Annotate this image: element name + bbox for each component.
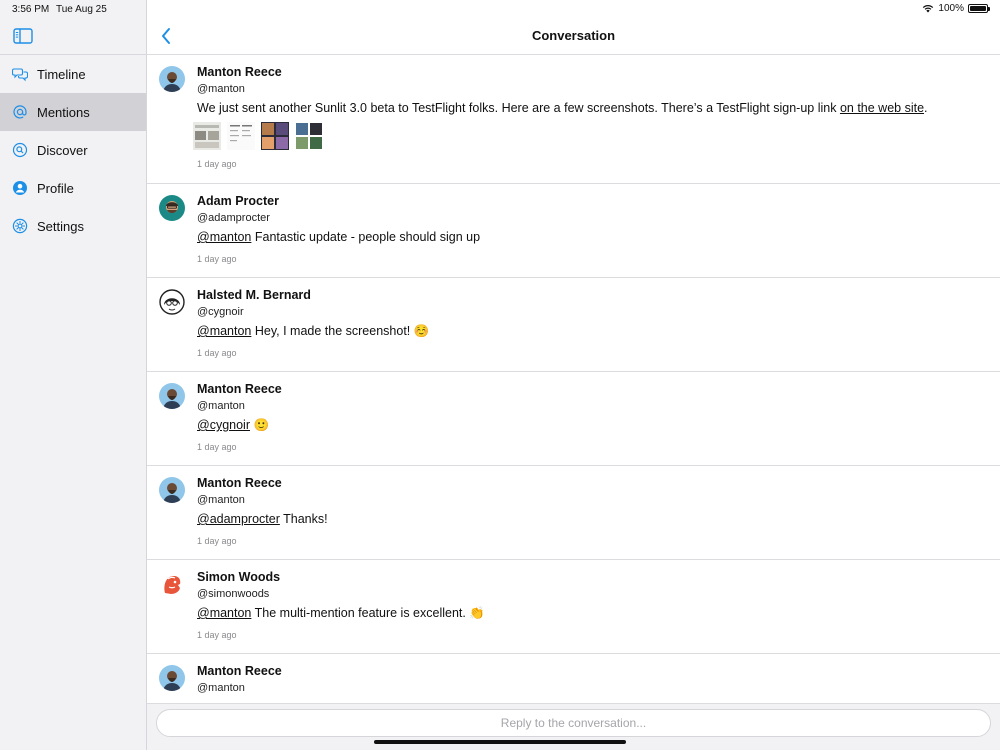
author-handle: @cygnoir xyxy=(197,306,244,318)
person-icon xyxy=(12,180,28,196)
avatar[interactable] xyxy=(159,289,185,315)
post-text: @manton The multi-mention feature is exc… xyxy=(197,606,485,620)
status-bar: 3:56 PM Tue Aug 25 100% xyxy=(0,0,1000,18)
post-timestamp[interactable]: 1 day ago xyxy=(197,159,237,169)
author-handle: @manton xyxy=(197,83,245,95)
list-item[interactable]: Halsted M. Bernard @cygnoir @manton Hey,… xyxy=(147,278,1000,372)
post-text: @cygnoir 🙂 xyxy=(197,418,270,432)
wifi-icon xyxy=(923,4,934,13)
avatar[interactable] xyxy=(159,383,185,409)
sidebar-nav: Timeline Mentions Discover Profile Setti… xyxy=(0,55,146,245)
author-handle: @manton xyxy=(197,400,245,412)
mention-link[interactable]: @cygnoir xyxy=(197,418,250,432)
sidebar-item-label: Discover xyxy=(37,142,88,158)
author-handle: @manton xyxy=(197,494,245,506)
sidebar-item-mentions[interactable]: Mentions xyxy=(0,93,146,131)
screenshot-thumbnail[interactable] xyxy=(261,122,289,150)
screenshot-thumbnail[interactable] xyxy=(295,122,323,150)
list-item[interactable]: Manton Reece @manton We just sent anothe… xyxy=(147,55,1000,184)
avatar[interactable] xyxy=(159,195,185,221)
list-item[interactable]: Manton Reece @manton @adamprocter Thanks… xyxy=(147,466,1000,560)
sidebar-item-timeline[interactable]: Timeline xyxy=(0,55,146,93)
sidebar: Timeline Mentions Discover Profile Setti… xyxy=(0,0,147,750)
status-date: Tue Aug 25 xyxy=(56,4,107,15)
gear-icon xyxy=(12,218,28,234)
sidebar-item-label: Timeline xyxy=(37,66,86,82)
screenshot-thumbnails xyxy=(193,122,323,150)
author-name[interactable]: Manton Reece xyxy=(197,476,282,490)
post-text: @manton Hey, I made the screenshot! ☺️ xyxy=(197,324,430,338)
sidebar-item-label: Mentions xyxy=(37,104,90,120)
list-item[interactable]: Manton Reece @manton @cygnoir 🙂 1 day ag… xyxy=(147,372,1000,466)
list-item[interactable]: Adam Procter @adamprocter @manton Fantas… xyxy=(147,184,1000,278)
post-text: @adamprocter Thanks! xyxy=(197,512,328,526)
post-timestamp[interactable]: 1 day ago xyxy=(197,348,237,358)
mention-link[interactable]: @manton xyxy=(197,606,251,620)
at-sign-icon xyxy=(12,104,28,120)
battery-icon xyxy=(968,4,990,13)
page-title: Conversation xyxy=(531,28,616,43)
sidebar-toggle-icon[interactable] xyxy=(13,28,33,44)
author-handle: @adamprocter xyxy=(197,212,270,224)
status-time: 3:56 PM xyxy=(12,4,50,15)
sidebar-item-discover[interactable]: Discover xyxy=(0,131,146,169)
mention-link[interactable]: @manton xyxy=(197,324,251,338)
author-name[interactable]: Manton Reece xyxy=(197,65,282,79)
author-name[interactable]: Adam Procter xyxy=(197,194,279,208)
sidebar-item-label: Profile xyxy=(37,180,74,196)
avatar[interactable] xyxy=(159,477,185,503)
avatar[interactable] xyxy=(159,571,185,597)
avatar[interactable] xyxy=(159,66,185,92)
status-right: 100% xyxy=(922,3,990,14)
author-name[interactable]: Simon Woods xyxy=(197,570,280,584)
list-item[interactable]: Simon Woods @simonwoods @manton The mult… xyxy=(147,560,1000,654)
navigation-bar: Conversation xyxy=(147,18,1000,55)
reply-input[interactable] xyxy=(156,709,991,737)
author-name[interactable]: Manton Reece xyxy=(197,382,282,396)
magnifier-icon xyxy=(12,142,28,158)
post-timestamp[interactable]: 1 day ago xyxy=(197,254,237,264)
speech-bubbles-icon xyxy=(12,66,28,82)
author-name[interactable]: Manton Reece xyxy=(197,664,282,678)
sidebar-item-profile[interactable]: Profile xyxy=(0,169,146,207)
battery-percent: 100% xyxy=(938,3,964,14)
author-handle: @manton xyxy=(197,682,245,694)
sidebar-item-settings[interactable]: Settings xyxy=(0,207,146,245)
screenshot-thumbnail[interactable] xyxy=(227,122,255,150)
post-timestamp[interactable]: 1 day ago xyxy=(197,630,237,640)
conversation-list[interactable]: Manton Reece @manton We just sent anothe… xyxy=(147,55,1000,703)
author-handle: @simonwoods xyxy=(197,588,270,600)
avatar[interactable] xyxy=(159,665,185,691)
web-site-link[interactable]: on the web site xyxy=(840,101,924,115)
list-item[interactable]: Manton Reece @manton xyxy=(147,654,1000,703)
author-name[interactable]: Halsted M. Bernard xyxy=(197,288,311,302)
post-timestamp[interactable]: 1 day ago xyxy=(197,442,237,452)
post-text: We just sent another Sunlit 3.0 beta to … xyxy=(197,101,928,115)
post-timestamp[interactable]: 1 day ago xyxy=(197,536,237,546)
home-indicator[interactable] xyxy=(374,740,626,744)
post-text: @manton Fantastic update - people should… xyxy=(197,230,481,244)
mention-link[interactable]: @adamprocter xyxy=(197,512,280,526)
sidebar-item-label: Settings xyxy=(37,218,84,234)
screenshot-thumbnail[interactable] xyxy=(193,122,221,150)
mention-link[interactable]: @manton xyxy=(197,230,251,244)
